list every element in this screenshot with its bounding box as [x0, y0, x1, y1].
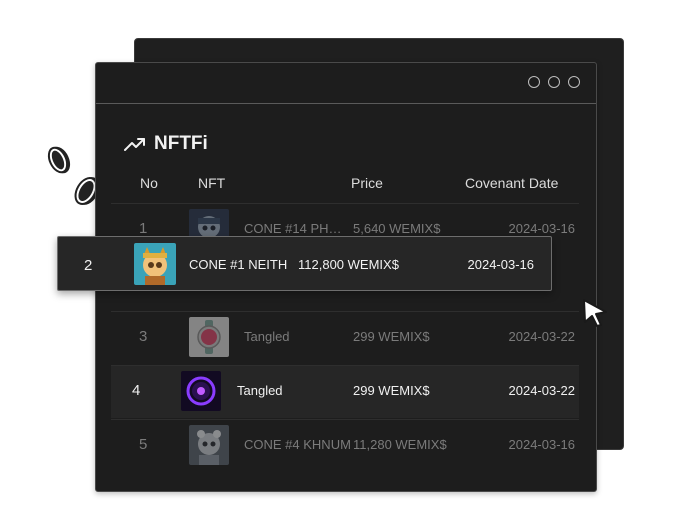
covenant-date: 2024-03-16 — [467, 257, 535, 272]
column-header-no: No — [140, 175, 158, 191]
nft-thumbnail — [181, 371, 221, 411]
nft-price: 11,280 WEMIX$ — [353, 437, 447, 452]
row-number: 2 — [84, 257, 93, 274]
page-title-text: NFTFi — [154, 133, 208, 154]
trending-up-icon — [124, 138, 145, 151]
covenant-date: 2024-03-16 — [508, 221, 576, 236]
row-number: 3 — [139, 328, 148, 345]
covenant-date: 2024-03-22 — [508, 329, 576, 344]
table-row[interactable]: 3 Tangled 299 WEMIX$ 2024-03-22 — [111, 311, 579, 364]
nft-thumbnail — [189, 425, 229, 465]
nft-price: 5,640 WEMIX$ — [353, 221, 441, 236]
column-header-price: Price — [351, 175, 383, 191]
row-number: 1 — [139, 220, 148, 237]
selected-row-card[interactable]: 2 CONE #1 NEITH 112,800 WEMIX$ 2024-03-1… — [57, 236, 552, 291]
window-control-dot[interactable] — [548, 76, 560, 88]
column-header-nft: NFT — [198, 175, 226, 191]
mouse-cursor-icon — [583, 299, 607, 327]
covenant-date: 2024-03-16 — [508, 437, 576, 452]
window-control-dot[interactable] — [568, 76, 580, 88]
window-titlebar — [96, 63, 596, 104]
nft-name: Tangled — [237, 383, 283, 398]
window-control-dot[interactable] — [528, 76, 540, 88]
nft-name: Tangled — [244, 329, 290, 344]
row-number: 5 — [139, 436, 148, 453]
nft-thumbnail — [134, 243, 176, 285]
nft-price: 299 WEMIX$ — [353, 329, 430, 344]
page-title: NFTFi — [124, 133, 208, 155]
nft-price: 299 WEMIX$ — [353, 383, 430, 398]
nft-thumbnail — [189, 317, 229, 357]
nft-name: CONE #1 NEITH — [189, 257, 288, 272]
table-row[interactable]: 5 CONE #4 KHNUM 11,280 WEMIX$ 2024-03-16 — [111, 419, 579, 472]
covenant-date: 2024-03-22 — [508, 383, 576, 398]
nft-name: CONE #4 KHNUM — [244, 437, 351, 452]
row-number: 4 — [132, 382, 141, 399]
nft-price: 112,800 WEMIX$ — [298, 257, 399, 272]
column-header-date: Covenant Date — [465, 175, 559, 191]
nft-name: CONE #14 PHARAOH — [244, 221, 344, 236]
table-row-hovered[interactable]: 4 Tangled 299 WEMIX$ 2024-03-22 — [111, 365, 579, 418]
